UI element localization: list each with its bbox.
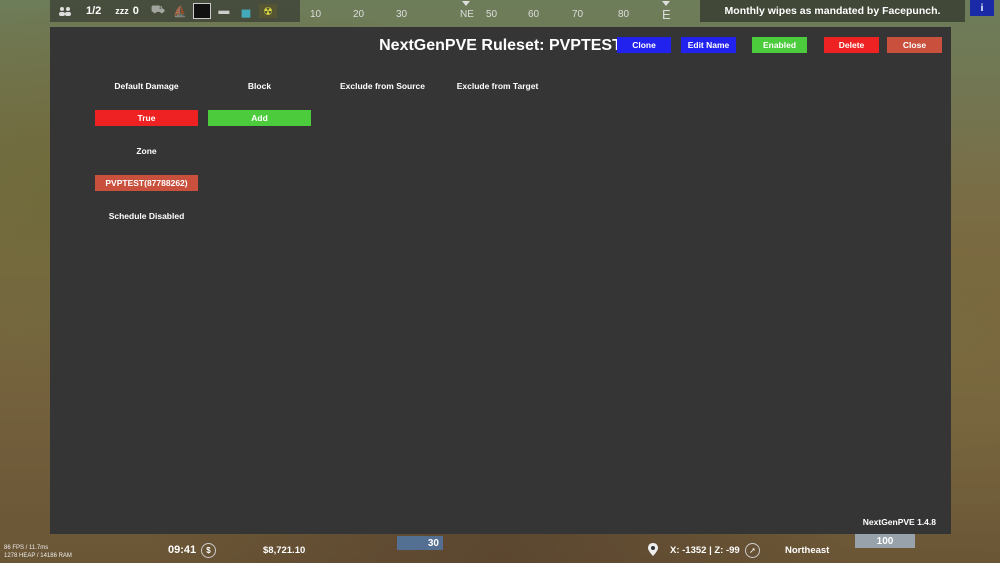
team-icon [56,4,74,18]
column-block: Block [247,81,272,91]
default-damage-toggle[interactable]: True [95,110,198,126]
currency-icon: $ [201,543,216,558]
column-exclude-source: Exclude from Source [339,81,426,91]
bottom-hud: 09:41 $ $8,721.10 X: -1352 | Z: -99 ➚ No… [0,540,1000,563]
coordinates-readout: X: -1352 | Z: -99 [670,545,740,556]
compass-tick: 20 [353,9,365,20]
enabled-toggle[interactable]: Enabled [752,37,807,53]
tank-icon: ▬ [218,5,230,17]
compass-tick: 30 [396,9,408,20]
compass-tick: NE [460,9,474,20]
compass-tick: 10 [310,9,322,20]
compass-tick: 80 [618,9,630,20]
compass-icon: ➚ [745,543,760,558]
close-button[interactable]: Close [887,37,942,53]
column-default-damage: Default Damage [114,81,179,91]
plugin-version: NextGenPVE 1.4.8 [862,517,936,527]
compass-marker-icon [662,1,670,6]
compass-tick: 70 [572,9,584,20]
zone-label: Zone [136,146,157,156]
compass-tick: E [662,7,671,22]
sleep-count: 0 [132,5,139,17]
zone-button[interactable]: PVPTEST(87788262) [95,175,198,191]
compass-marker-icon [462,1,470,6]
column-exclude-target: Exclude from Target [456,81,539,91]
ship-icon: ▅ [241,5,251,18]
compass-tick: 60 [528,9,540,20]
grid-icon [192,3,211,19]
radiation-icon: ☢ [258,4,277,18]
boat-icon: ⛵ [173,5,187,18]
ruleset-panel: NextGenPVE Ruleset: PVPTEST Clone Edit N… [50,27,951,534]
block-add-button[interactable]: Add [208,110,311,126]
location-pin-icon [648,543,658,559]
delete-button[interactable]: Delete [824,37,879,53]
heading-readout: Northeast [785,545,830,556]
game-time: 09:41 [168,544,197,556]
clone-button[interactable]: Clone [617,37,671,53]
team-count: 1/2 [86,5,102,17]
info-button[interactable]: i [970,0,994,16]
compass-tick: 50 [486,9,498,20]
panel-title: NextGenPVE Ruleset: PVPTEST [379,37,622,54]
edit-name-button[interactable]: Edit Name [681,37,736,53]
vehicle-icon: ⛟ [151,4,165,16]
sleep-icon: zzz [115,6,129,16]
money-balance: $8,721.10 [263,545,306,556]
server-notice: Monthly wipes as mandated by Facepunch. [700,0,965,22]
top-status-bar: 1/2 zzz 0 ⛟ ⛵ ▬ ▅ ☢ [50,0,300,22]
schedule-status[interactable]: Schedule Disabled [95,211,198,221]
compass-bar: 10 20 30 NE 50 60 70 80 E [300,0,700,24]
